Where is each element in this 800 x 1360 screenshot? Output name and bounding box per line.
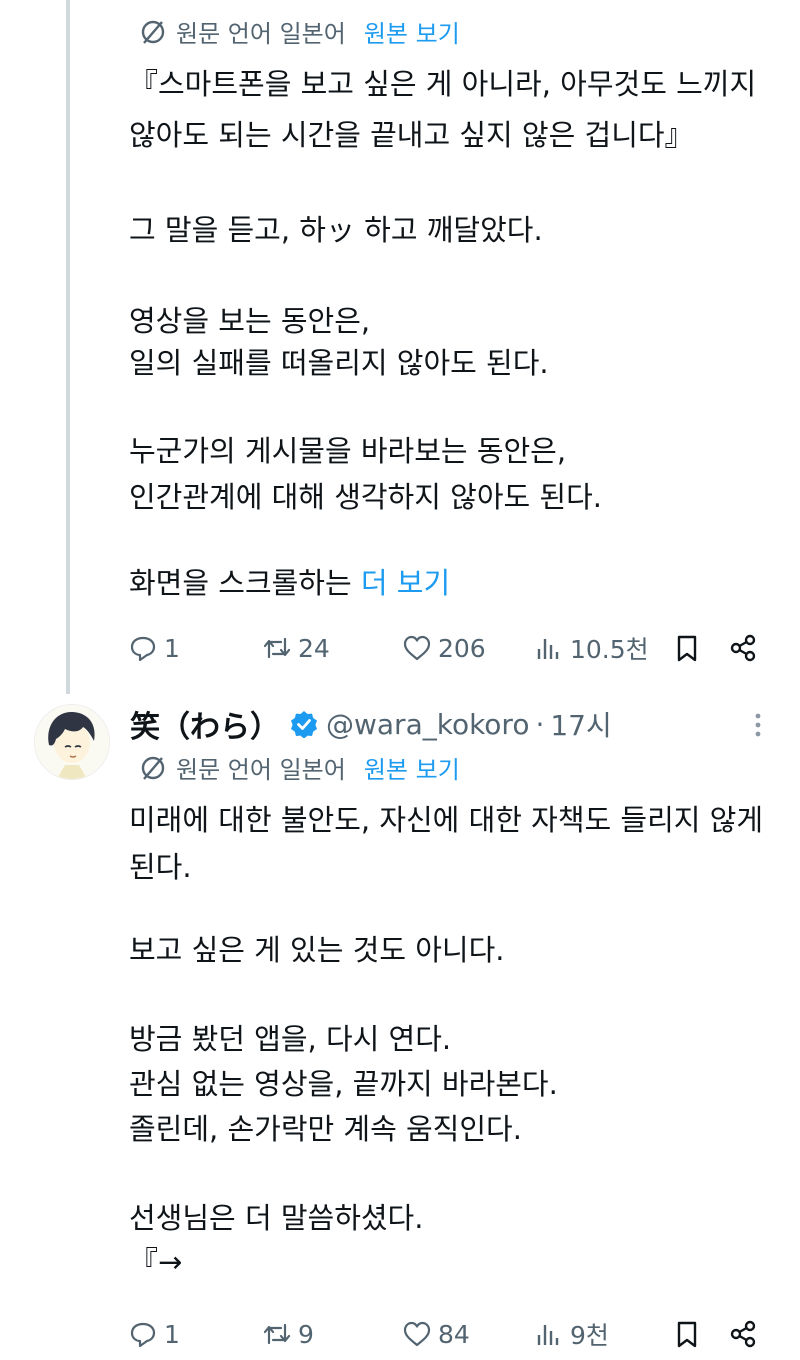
- post-text-line: 영상을 보는 동안은,: [129, 304, 371, 338]
- post-text-line: 졸린데, 손가락만 계속 움직인다.: [129, 1112, 522, 1146]
- share-button[interactable]: [728, 628, 764, 668]
- translation-label: 원문 언어 일본어: [176, 756, 346, 784]
- post-2[interactable]: 笑（わら） @wara_kokoro · 17시 원문 언어 일본어 원본 보기…: [0, 694, 800, 1360]
- views-button[interactable]: 10.5천: [534, 628, 649, 668]
- view-original-link[interactable]: 원본 보기: [364, 14, 460, 49]
- avatar[interactable]: [34, 704, 110, 780]
- post-text-line: 인간관계에 대해 생각하지 않아도 된다.: [129, 480, 602, 514]
- reply-button[interactable]: 1: [128, 1314, 180, 1354]
- like-count: 206: [438, 633, 486, 663]
- more-icon[interactable]: [748, 710, 768, 740]
- post-text-line: 누군가의 게시물을 바라보는 동안은,: [129, 434, 567, 468]
- post-header: 笑（わら） @wara_kokoro · 17시: [130, 702, 612, 746]
- reply-count: 1: [164, 633, 180, 663]
- reply-count: 1: [164, 1319, 180, 1349]
- views-icon: [537, 1325, 559, 1345]
- translate-icon: [141, 756, 165, 780]
- share-button[interactable]: [728, 1314, 764, 1354]
- post-text-line: 된다.: [129, 850, 192, 884]
- reply-icon: [130, 1322, 156, 1348]
- repost-icon: [263, 1323, 291, 1345]
- repost-count: 9: [298, 1319, 314, 1349]
- post-text-line: 『→: [129, 1245, 183, 1279]
- like-count: 84: [438, 1319, 470, 1349]
- post-text-line: 선생님은 더 말씀하셨다.: [129, 1201, 424, 1235]
- bookmark-icon: [677, 1321, 697, 1348]
- verified-badge-icon: [291, 711, 317, 738]
- post-text-line: 않아도 되는 시간을 끝내고 싶지 않은 겁니다』: [129, 118, 694, 152]
- translation-bar: 원문 언어 일본어 원본 보기: [138, 750, 460, 785]
- post-text-line: 『스마트폰을 보고 싶은 게 아니라, 아무것도 느끼지: [129, 67, 757, 101]
- repost-icon: [263, 637, 291, 659]
- show-more-link[interactable]: 더 보기: [361, 566, 450, 600]
- post-text-last-line: 화면을 스크롤하는 더 보기: [129, 561, 450, 605]
- like-icon: [403, 1321, 431, 1347]
- views-button[interactable]: 9천: [534, 1314, 609, 1354]
- share-icon: [730, 634, 756, 662]
- views-count: 9천: [570, 1321, 609, 1350]
- user-handle[interactable]: @wara_kokoro: [326, 708, 529, 741]
- views-count: 10.5천: [570, 635, 649, 664]
- bookmark-button[interactable]: [672, 1314, 708, 1354]
- repost-button[interactable]: 9: [262, 1314, 314, 1354]
- share-icon: [730, 1320, 756, 1348]
- meta-separator: ·: [535, 707, 545, 741]
- translation-label: 원문 언어 일본어: [176, 20, 346, 48]
- like-icon: [403, 635, 431, 661]
- post-text-line: 관심 없는 영상을, 끝까지 바라본다.: [129, 1067, 558, 1101]
- action-bar: 1 24 206 10.5천: [128, 628, 768, 668]
- post-text-line: 방금 봤던 앱을, 다시 연다.: [129, 1022, 452, 1056]
- post-text-line: 미래에 대한 불안도, 자신에 대한 자책도 들리지 않게: [129, 803, 764, 837]
- repost-count: 24: [298, 633, 330, 663]
- translate-icon: [141, 20, 165, 44]
- bookmark-icon: [677, 635, 697, 662]
- bookmark-button[interactable]: [672, 628, 708, 668]
- display-name[interactable]: 笑（わら）: [130, 702, 280, 746]
- post-text-line: 보고 싶은 게 있는 것도 아니다.: [129, 933, 505, 967]
- like-button[interactable]: 84: [402, 1314, 470, 1354]
- post-1[interactable]: 원문 언어 일본어 원본 보기 『스마트폰을 보고 싶은 게 아니라, 아무것도…: [0, 0, 800, 694]
- post-text-line: 그 말을 듣고, 하ッ 하고 깨달았다.: [129, 213, 543, 247]
- views-icon: [537, 639, 559, 659]
- avatar-illustration: [35, 705, 109, 779]
- reply-icon: [130, 636, 156, 662]
- post-text-line: 화면을 스크롤하는: [129, 566, 352, 600]
- action-bar: 1 9 84 9천: [128, 1314, 768, 1354]
- translation-bar: 원문 언어 일본어 원본 보기: [138, 14, 460, 49]
- post-text-line: 일의 실패를 떠올리지 않아도 된다.: [129, 346, 549, 380]
- repost-button[interactable]: 24: [262, 628, 330, 668]
- view-original-link[interactable]: 원본 보기: [364, 750, 460, 785]
- like-button[interactable]: 206: [402, 628, 486, 668]
- reply-button[interactable]: 1: [128, 628, 180, 668]
- post-time[interactable]: 17시: [550, 704, 611, 744]
